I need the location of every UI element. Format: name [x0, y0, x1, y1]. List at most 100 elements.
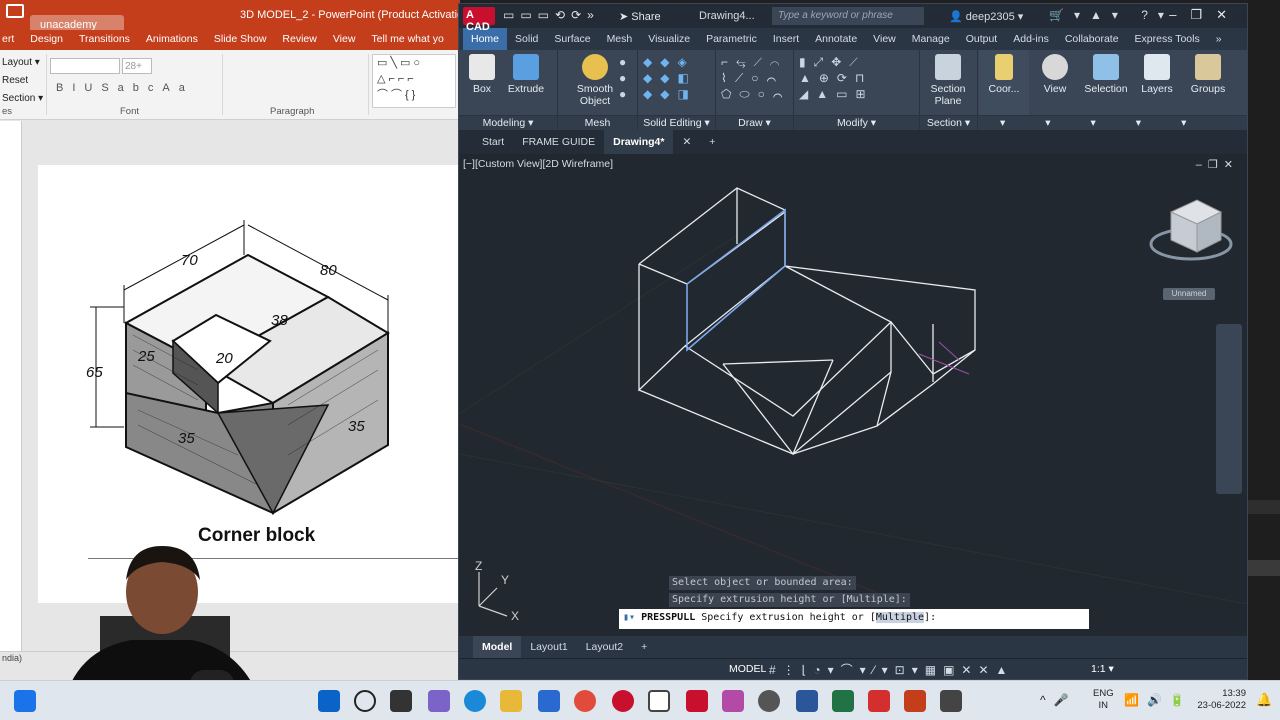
- quick-access-toolbar[interactable]: ▭▭▭⟲⟳»: [503, 8, 600, 22]
- notes-icon[interactable]: [648, 690, 670, 712]
- settings-icon[interactable]: [758, 690, 780, 712]
- command-line-input[interactable]: ▮▾ PRESSPULL Specify extrusion height or…: [619, 609, 1089, 629]
- solid-editing-tools[interactable]: ◆◆◈ ◆◆◧ ◆◆◨: [643, 54, 697, 102]
- tab-view[interactable]: View: [865, 28, 904, 50]
- layout-tab-layout1[interactable]: Layout1: [521, 636, 576, 658]
- excel-icon[interactable]: [832, 690, 854, 712]
- tab-parametric[interactable]: Parametric: [698, 28, 765, 50]
- mesh-tools[interactable]: ● ● ●: [619, 54, 634, 102]
- calculator-icon[interactable]: [940, 690, 962, 712]
- app-icon[interactable]: [612, 690, 634, 712]
- box-button[interactable]: Box: [465, 54, 499, 95]
- tab-collaborate[interactable]: Collaborate: [1057, 28, 1127, 50]
- tell-me-search[interactable]: Tell me what yo: [363, 30, 451, 50]
- draw-tools[interactable]: ⌐⥃⟋⌒ ⌇⟋○⌒ ⬠⬭○⌒: [721, 54, 790, 102]
- new-tab-button[interactable]: +: [700, 130, 724, 154]
- autocad-app-button[interactable]: A CAD: [463, 7, 495, 33]
- section-plane-button[interactable]: Section Plane: [925, 54, 971, 107]
- store-icon[interactable]: [538, 690, 560, 712]
- viewport-controls-label[interactable]: [−][Custom View][2D Wireframe]: [463, 158, 613, 170]
- section-panel-label[interactable]: Section ▾: [920, 115, 977, 130]
- layout-tab-model[interactable]: Model: [473, 636, 522, 658]
- modify-panel-label[interactable]: Modify ▾: [794, 115, 919, 130]
- chat-icon[interactable]: [428, 690, 450, 712]
- extrude-button[interactable]: Extrude: [503, 54, 549, 95]
- clock[interactable]: 13:39 23-06-2022: [1196, 688, 1246, 712]
- word-icon[interactable]: [796, 690, 818, 712]
- navigation-bar[interactable]: [1216, 324, 1242, 494]
- groups-button[interactable]: Groups: [1185, 54, 1231, 95]
- acrobat-icon[interactable]: [868, 690, 890, 712]
- tab-insert[interactable]: Insert: [765, 28, 807, 50]
- viewcube[interactable]: [1149, 199, 1233, 261]
- tab-design[interactable]: Design: [22, 30, 71, 50]
- snipping-tool-icon[interactable]: [722, 690, 744, 712]
- edge-icon[interactable]: [464, 690, 486, 712]
- autocad-taskbar-icon[interactable]: [686, 690, 708, 712]
- view-button[interactable]: View: [1033, 54, 1077, 95]
- font-name-box[interactable]: [50, 58, 120, 74]
- network-sound-battery-icons[interactable]: 📶🔊🔋: [1124, 693, 1193, 707]
- snap-layout-icon[interactable]: [14, 690, 36, 712]
- search-input[interactable]: Type a keyword or phrase: [772, 7, 924, 25]
- annotation-scale[interactable]: 1:1 ▾: [1091, 663, 1114, 675]
- tab-output[interactable]: Output: [958, 28, 1006, 50]
- modify-tools[interactable]: ▮⤢✥⟋ ▲⊕⟳⊓ ◢▲▭⊞: [799, 54, 874, 102]
- reset-button[interactable]: Reset: [2, 72, 43, 90]
- layout-button[interactable]: Layout ▾: [2, 54, 43, 72]
- tab-express-tools[interactable]: Express Tools: [1127, 28, 1208, 50]
- input-language[interactable]: ENG IN: [1093, 688, 1114, 712]
- close-tab-icon[interactable]: ✕: [673, 130, 700, 154]
- start-icon[interactable]: [318, 690, 340, 712]
- tab-slide-show[interactable]: Slide Show: [206, 30, 275, 50]
- selection-button[interactable]: Selection: [1081, 54, 1131, 95]
- slide-canvas[interactable]: 70 80 38 65 25 20 35 35 Corner block: [38, 165, 460, 603]
- font-size-box[interactable]: 28+: [122, 58, 152, 74]
- drawing-viewport[interactable]: Z Y X [−][Custom View][2D Wireframe] –❐✕…: [459, 154, 1247, 636]
- file-tab-drawing4[interactable]: Drawing4*: [604, 130, 674, 154]
- tab-surface[interactable]: Surface: [546, 28, 598, 50]
- tab-annotate[interactable]: Annotate: [807, 28, 865, 50]
- command-option-multiple[interactable]: Multiple: [875, 612, 925, 623]
- window-controls[interactable]: –❐✕: [1169, 7, 1241, 23]
- task-view-icon[interactable]: [390, 690, 412, 712]
- viewport-window-controls[interactable]: –❐✕: [1196, 158, 1239, 171]
- modeling-panel-label[interactable]: Modeling ▾: [459, 115, 557, 130]
- chrome-icon[interactable]: [574, 690, 596, 712]
- file-tab-start[interactable]: Start: [473, 130, 513, 154]
- notification-icon[interactable]: 🔔: [1256, 692, 1272, 708]
- tab-animations[interactable]: Animations: [138, 30, 206, 50]
- tab-insert[interactable]: ert: [0, 30, 22, 50]
- panel-expanders[interactable]: ▾▾▾▾▾: [978, 115, 1247, 130]
- add-layout-button[interactable]: +: [632, 636, 656, 658]
- share-button[interactable]: ➤ Share: [619, 10, 661, 23]
- layout-tab-layout2[interactable]: Layout2: [577, 636, 632, 658]
- tab-add-ins[interactable]: Add-ins: [1005, 28, 1057, 50]
- viewcube-ucs-menu[interactable]: Unnamed: [1163, 288, 1215, 300]
- user-account[interactable]: 👤 deep2305 ▾: [949, 10, 1023, 23]
- search-icon[interactable]: [354, 690, 376, 712]
- font-format-buttons[interactable]: BIUSabcAa: [56, 82, 194, 94]
- file-explorer-icon[interactable]: [500, 690, 522, 712]
- solid-editing-panel-label[interactable]: Solid Editing ▾: [638, 115, 715, 130]
- tab-view[interactable]: View: [325, 30, 364, 50]
- slide-thumbnail-strip[interactable]: [0, 121, 22, 651]
- tab-visualize[interactable]: Visualize: [640, 28, 698, 50]
- powerpoint-taskbar-icon[interactable]: [904, 690, 926, 712]
- model-space-toggle[interactable]: MODEL: [729, 663, 766, 675]
- file-tab-frame-guide[interactable]: FRAME GUIDE: [513, 130, 604, 154]
- system-tray-icons[interactable]: ^🎤: [1040, 693, 1077, 707]
- mesh-panel-label[interactable]: Mesh: [558, 115, 637, 130]
- tab-review[interactable]: Review: [274, 30, 324, 50]
- tab-transitions[interactable]: Transitions: [71, 30, 138, 50]
- tab-solid[interactable]: Solid: [507, 28, 546, 50]
- shapes-gallery[interactable]: ▭╲▭○ △⌐⌐⌐ ⌒⌒{}: [372, 54, 456, 108]
- tab-overflow[interactable]: »: [1208, 28, 1230, 50]
- status-toggle-icons[interactable]: #⋮⌊◔▾⌒▾⁄▾⊡▾▦▣✕✕▲: [769, 661, 1014, 678]
- tab-mesh[interactable]: Mesh: [599, 28, 641, 50]
- titlebar-icons[interactable]: 🛒▾▲▾ ?▾: [1049, 8, 1174, 22]
- tab-manage[interactable]: Manage: [904, 28, 958, 50]
- smooth-object-button[interactable]: Smooth Object: [571, 54, 619, 107]
- coordinates-button[interactable]: Coor...: [981, 54, 1027, 95]
- layers-button[interactable]: Layers: [1135, 54, 1179, 95]
